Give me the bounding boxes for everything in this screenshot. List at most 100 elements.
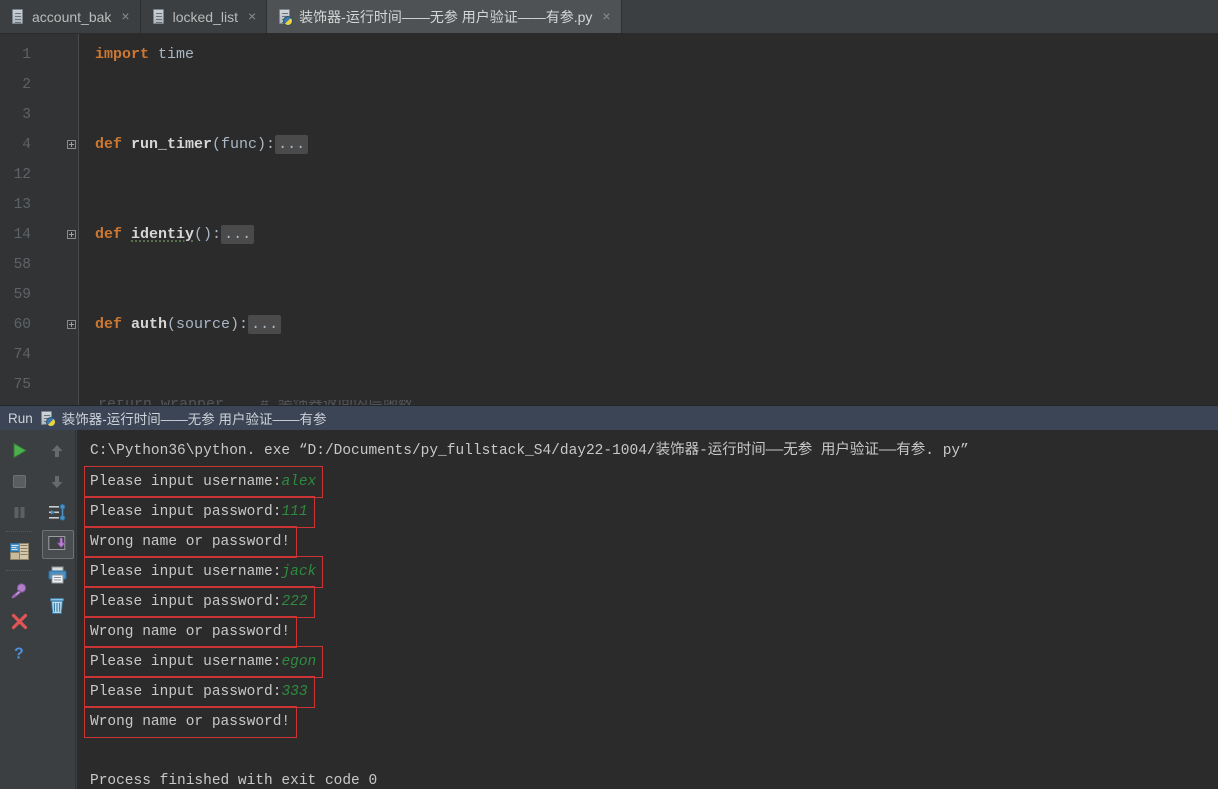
pycharm-window: account_bak × locked_list × 装饰器-运行时间——无参… — [0, 0, 1218, 789]
console-line: Please input username:egon — [84, 646, 1218, 678]
file-icon — [11, 8, 25, 25]
code-text-area[interactable]: import time def run_timer(func):... def … — [79, 34, 1218, 405]
pause-button[interactable] — [0, 497, 38, 528]
keyword-import: import — [95, 46, 150, 63]
console-command-line: C:\Python36\python. exe “D:/Documents/py… — [90, 443, 969, 459]
scroll-to-end-button[interactable] — [38, 528, 76, 559]
close-icon[interactable]: × — [602, 9, 610, 25]
svg-text:?: ? — [14, 645, 24, 662]
code-editor[interactable]: 1 2 3 4 12 13 14 58 59 60 74 75 import t… — [0, 34, 1218, 405]
console-button[interactable] — [0, 536, 38, 567]
code-line-1: import time — [95, 40, 1218, 70]
line-number: 2 — [22, 77, 31, 93]
line-number-gutter: 1 2 3 4 12 13 14 58 59 60 74 75 — [0, 34, 40, 405]
help-button[interactable]: ? — [0, 637, 38, 668]
tab-locked_list[interactable]: locked_list × — [140, 0, 268, 33]
close-icon[interactable]: × — [121, 9, 129, 25]
line-number: 14 — [13, 227, 31, 243]
line-number: 58 — [13, 257, 31, 273]
keyword-def: def — [95, 226, 123, 243]
highlight-box: Please input password:222 — [84, 586, 315, 618]
run-toolbar-right — [38, 430, 76, 789]
keyword-def: def — [95, 136, 123, 153]
arrow-down-icon — [51, 475, 63, 488]
line-number: 59 — [13, 287, 31, 303]
prompt-text: Please input password: — [90, 684, 282, 700]
module-time: time — [158, 46, 195, 63]
line-number: 13 — [13, 197, 31, 213]
result-text: Wrong name or password! — [90, 534, 291, 550]
console-line: Please input username:alex — [84, 466, 1218, 498]
console-line: Please input password:111 — [84, 496, 1218, 528]
fold-expand-icon[interactable] — [67, 320, 76, 329]
soft-wrap-button[interactable] — [38, 497, 76, 528]
print-button[interactable] — [38, 559, 76, 590]
function-name-identiy: identiy — [131, 226, 195, 243]
prompt-text: Please input password: — [90, 594, 282, 610]
highlight-box: Please input password:333 — [84, 676, 315, 708]
run-configuration-title: 装饰器-运行时间——无参 用户验证——有参 — [61, 412, 327, 427]
run-toolbar-left: ? — [0, 430, 38, 789]
tab-label: locked_list — [172, 8, 238, 25]
result-text: Wrong name or password! — [90, 624, 291, 640]
clear-all-button[interactable] — [38, 590, 76, 621]
pin-icon — [11, 582, 27, 599]
prompt-text: Please input username: — [90, 654, 282, 670]
user-input: jack — [281, 564, 317, 580]
line-number: 4 — [22, 137, 31, 153]
highlight-box: Wrong name or password! — [84, 616, 298, 648]
console-exit-line: Process finished with exit code 0 — [90, 773, 378, 789]
line-number: 1 — [22, 47, 31, 63]
clipped-code-line: return wrapper # 装饰器返回内层函数 — [80, 400, 1080, 405]
console-line: Wrong name or password! — [84, 706, 1218, 738]
pin-tab-button[interactable] — [0, 575, 38, 606]
user-input: egon — [281, 654, 317, 670]
up-button[interactable] — [38, 435, 76, 466]
stop-button[interactable] — [0, 466, 38, 497]
tab-account_bak[interactable]: account_bak × — [0, 0, 141, 33]
close-button[interactable] — [0, 606, 38, 637]
rerun-button[interactable] — [0, 435, 38, 466]
toolbar-divider — [6, 531, 32, 533]
close-icon[interactable]: × — [248, 9, 256, 25]
highlight-box: Wrong name or password! — [84, 706, 298, 738]
prompt-text: Please input password: — [90, 504, 282, 520]
highlight-box: Wrong name or password! — [84, 526, 298, 558]
console-output[interactable]: C:\Python36\python. exe “D:/Documents/py… — [76, 430, 1218, 789]
tab-decorator-py[interactable]: 装饰器-运行时间——无参 用户验证——有参.py × — [267, 0, 622, 33]
line-number: 75 — [13, 377, 31, 393]
console-line: Please input password:222 — [84, 586, 1218, 618]
result-text: Wrong name or password! — [90, 714, 291, 730]
fold-expand-icon[interactable] — [67, 140, 76, 149]
console-line: Please input username:jack — [84, 556, 1218, 588]
folded-body-placeholder[interactable]: ... — [248, 315, 282, 334]
function-signature: (source): — [167, 316, 249, 333]
highlight-box: Please input password:111 — [84, 496, 315, 528]
python-run-icon — [40, 410, 56, 427]
folded-body-placeholder[interactable]: ... — [275, 135, 309, 154]
line-number: 3 — [22, 107, 31, 123]
folded-body-placeholder[interactable]: ... — [221, 225, 255, 244]
code-folding-gutter[interactable] — [40, 34, 79, 405]
down-button[interactable] — [38, 466, 76, 497]
fold-expand-icon[interactable] — [67, 230, 76, 239]
function-signature: (func): — [212, 136, 276, 153]
tab-label: 装饰器-运行时间——无参 用户验证——有参.py — [299, 8, 593, 25]
scroll-to-end-icon — [47, 536, 66, 550]
python-file-icon — [278, 8, 294, 26]
trash-icon — [50, 597, 64, 614]
function-name-auth: auth — [131, 316, 168, 333]
tab-label: account_bak — [32, 8, 112, 25]
prompt-text: Please input username: — [90, 564, 282, 580]
code-line-14: def identiy():... — [95, 220, 1218, 250]
user-input: 222 — [281, 594, 308, 610]
editor-tab-bar: account_bak × locked_list × 装饰器-运行时间——无参… — [0, 0, 1218, 34]
user-input: alex — [281, 474, 317, 490]
code-line-4: def run_timer(func):... — [95, 130, 1218, 160]
highlight-box: Please input username:jack — [84, 556, 324, 588]
